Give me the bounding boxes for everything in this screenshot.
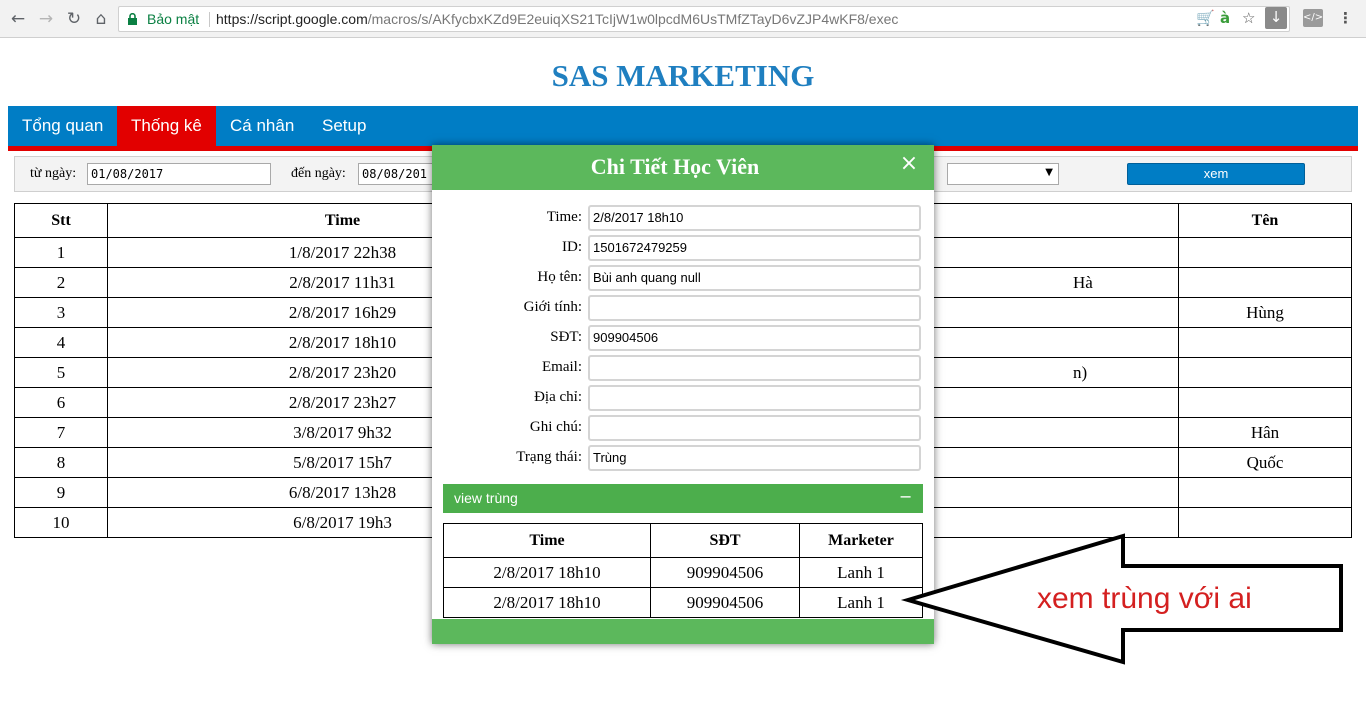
annotation-text: xem trùng với ai xyxy=(1037,582,1252,615)
